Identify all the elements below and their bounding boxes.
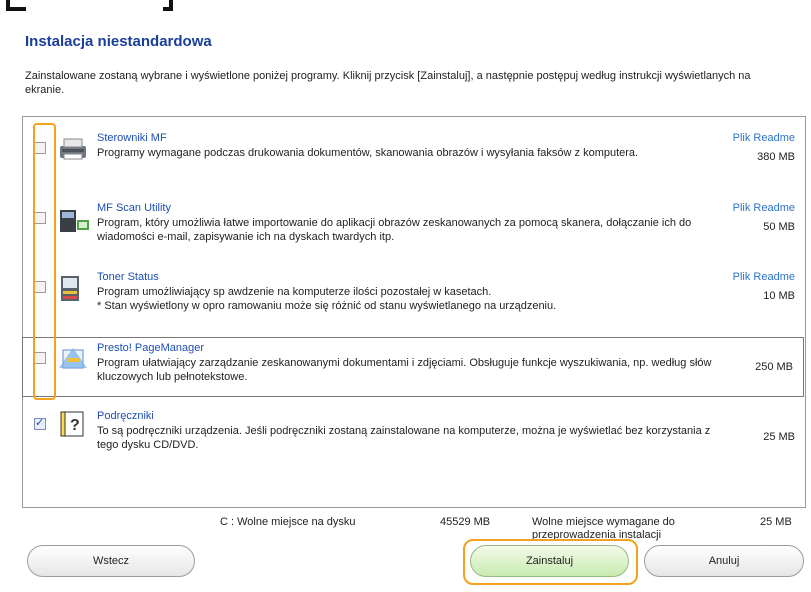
toner-status-icon [57, 273, 91, 303]
printer-icon [57, 134, 91, 164]
list-item-toner-status: Toner Status Program umożliwiający sp aw… [23, 269, 805, 321]
item-description: To są podręczniki urządzenia. Jeśli podr… [97, 425, 711, 451]
page-manager-icon [57, 344, 91, 374]
back-button[interactable]: Wstecz [27, 545, 195, 577]
checkbox-highlight-frame [33, 123, 56, 400]
item-size: 380 MB [757, 151, 795, 163]
required-space: 25 MB [760, 516, 792, 528]
item-size: 250 MB [755, 361, 793, 373]
item-name[interactable]: Presto! PageManager [97, 342, 204, 354]
item-name[interactable]: Sterowniki MF [97, 132, 167, 144]
svg-text:?: ? [70, 417, 80, 434]
drive-label: C : Wolne miejsce na dysku [220, 516, 356, 528]
item-size: 50 MB [763, 221, 795, 233]
item-size: 10 MB [763, 290, 795, 302]
readme-link[interactable]: Plik Readme [733, 132, 795, 144]
free-space: 45529 MB [440, 516, 491, 528]
item-description: Program ułatwiający zarządzanie zeskanow… [97, 357, 712, 383]
item-description: Program, który umożliwia łatwe importowa… [97, 217, 692, 243]
item-name[interactable]: Podręczniki [97, 410, 154, 422]
page-description: Zainstalowane zostaną wybrane i wyświetl… [25, 70, 751, 96]
list-item-mf-drivers: Sterowniki MF Programy wymagane podczas … [23, 130, 805, 182]
item-name[interactable]: MF Scan Utility [97, 202, 171, 214]
list-item-manuals: ? Podręczniki To są podręczniki urządzen… [23, 408, 805, 460]
program-list: Sterowniki MF Programy wymagane podczas … [22, 116, 806, 508]
install-button[interactable]: Zainstaluj [470, 545, 629, 577]
corner-marker [163, 0, 173, 11]
cancel-button[interactable]: Anuluj [644, 545, 804, 577]
list-item-presto-pagemanager: Presto! PageManager Program ułatwiający … [22, 337, 804, 397]
item-note: * Stan wyświetlony w opro ramowaniu może… [97, 300, 557, 312]
item-name[interactable]: Toner Status [97, 271, 159, 283]
readme-link[interactable]: Plik Readme [733, 202, 795, 214]
checkbox-manuals[interactable] [34, 416, 46, 430]
item-description: Programy wymagane podczas drukowania dok… [97, 147, 639, 159]
item-size: 25 MB [763, 431, 795, 443]
manual-help-icon: ? [57, 409, 91, 439]
item-description: Program umożliwiający sp awdzenie na kom… [97, 286, 492, 298]
page-title: Instalacja niestandardowa [25, 33, 212, 50]
readme-link[interactable]: Plik Readme [733, 271, 795, 283]
scanner-icon [57, 204, 91, 234]
corner-marker [6, 0, 26, 11]
list-item-mf-scan-utility: MF Scan Utility Program, który umożliwia… [23, 200, 805, 252]
